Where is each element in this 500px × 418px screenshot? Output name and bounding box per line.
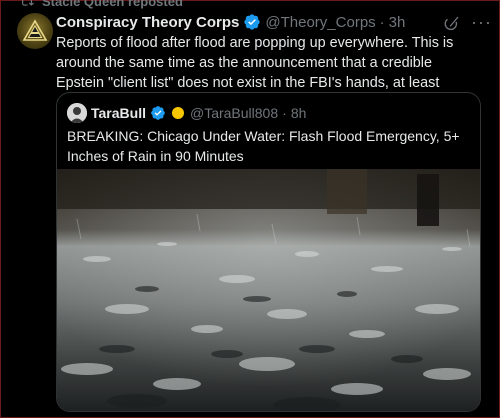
quoted-post-time[interactable]: 8h <box>291 105 307 121</box>
quoted-post-text: BREAKING: Chicago Under Water: Flash Flo… <box>67 128 460 164</box>
grok-icon[interactable] <box>443 14 461 32</box>
quoted-post-header: TaraBull @TaraBull808 · 8h <box>67 103 306 123</box>
repost-label: Stacie Queen reposted <box>42 0 183 9</box>
author-name[interactable]: Conspiracy Theory Corps <box>56 14 239 31</box>
pyramid-logo-icon <box>22 19 48 41</box>
quoted-author-name[interactable]: TaraBull <box>91 105 146 121</box>
emoji-badge-icon <box>171 107 184 119</box>
author-avatar[interactable] <box>17 13 53 49</box>
quoted-post[interactable]: TaraBull @TaraBull808 · 8h BREAKING: Chi… <box>56 92 481 412</box>
repost-indicator[interactable]: Stacie Queen reposted <box>20 0 183 9</box>
post-header: Conspiracy Theory Corps @Theory_Corps · … <box>56 13 405 31</box>
repost-icon <box>22 0 34 6</box>
header-separator: · <box>379 13 385 31</box>
author-handle[interactable]: @Theory_Corps <box>265 14 375 31</box>
quoted-header-separator: · <box>282 105 287 121</box>
post-time[interactable]: 3h <box>389 14 406 31</box>
verified-badge-icon <box>243 13 261 31</box>
quoted-verified-badge-icon <box>150 105 166 121</box>
more-icon[interactable]: ··· <box>471 13 492 31</box>
rain-puddle-photo[interactable] <box>57 169 480 411</box>
quoted-author-avatar[interactable] <box>67 103 87 123</box>
quoted-author-handle[interactable]: @TaraBull808 <box>190 105 278 121</box>
